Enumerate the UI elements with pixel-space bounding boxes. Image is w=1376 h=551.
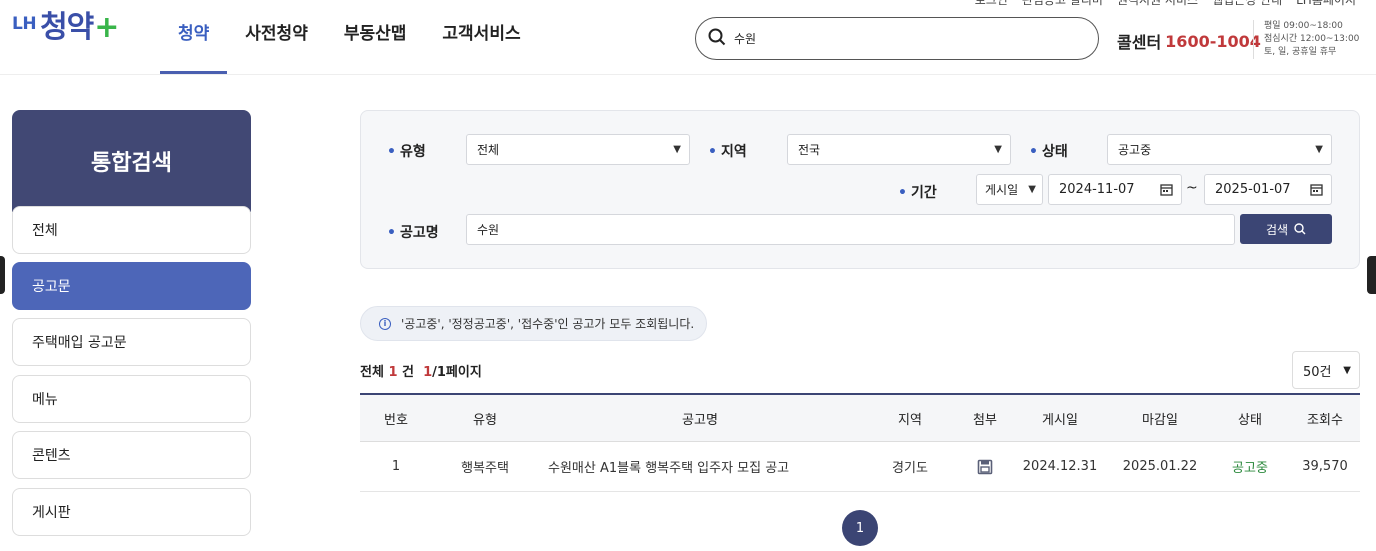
nav-customer-service[interactable]: 고객서비스 [424, 0, 538, 75]
nav-real-estate-map[interactable]: 부동산맵 [326, 0, 425, 75]
type-label: • 유형 [387, 144, 426, 160]
file-icon[interactable] [958, 442, 1012, 491]
global-search[interactable] [695, 17, 1099, 60]
dropdown-arrow-icon: ▼ [1028, 184, 1036, 195]
lh-homepage-link[interactable]: LH홈페이지 [1296, 0, 1356, 8]
result-total: 1 [388, 365, 398, 380]
call-hours-lunch: 점심시간 12:00~13:00 [1264, 34, 1360, 44]
search-button[interactable]: 검색 [1240, 214, 1332, 244]
logo-plus: + [94, 10, 120, 45]
call-number: 1600-1004 [1165, 31, 1261, 51]
period-label: • 기간 [898, 185, 937, 201]
search-icon [1294, 223, 1306, 235]
info-text: '공고중', '정정공고중', '접수중'인 공고가 모두 조회됩니다. [401, 317, 695, 331]
call-hours: 평일 09:00~18:00 점심시간 12:00~13:00 토, 일, 공휴… [1253, 20, 1359, 59]
current-page: 1 [423, 365, 433, 380]
main-nav: 청약 사전청약 부동산맵 고객서비스 [160, 0, 539, 75]
sidebar-item-all[interactable]: 전체 [12, 206, 251, 254]
period-type-select[interactable]: 게시일 ▼ [976, 174, 1043, 205]
dropdown-arrow-icon: ▼ [994, 144, 1002, 155]
row-type: 행복주택 [461, 461, 509, 476]
row-no: 1 [391, 459, 401, 474]
table-row[interactable]: 1 행복주택 수원매산 A1블록 행복주택 입주자 모집 공고 경기도 2024… [360, 442, 1360, 492]
header-divider [0, 74, 1376, 75]
sidebar-item-board[interactable]: 게시판 [12, 488, 251, 536]
logo-main: 청약 [40, 10, 94, 45]
row-status: 공고중 [1232, 461, 1268, 476]
col-posted: 게시일 [1042, 412, 1078, 428]
row-posted: 2024.12.31 [1022, 459, 1098, 474]
pagination-page-1[interactable]: 1 [842, 510, 878, 546]
page-size-select[interactable]: 50건 ▼ [1292, 351, 1360, 389]
sidebar-item-notice[interactable]: 공고문 [12, 262, 251, 310]
row-views: 39,570 [1302, 459, 1348, 474]
col-status: 상태 [1238, 412, 1262, 428]
result-summary: 전체 1 건 1/1페이지 [360, 365, 482, 380]
info-notice: i '공고중', '정정공고중', '접수중'인 공고가 모두 조회됩니다. [360, 306, 707, 341]
status-label: • 상태 [1029, 144, 1068, 160]
call-label: 콜센터 [1117, 33, 1162, 52]
call-hours-weekday: 평일 09:00~18:00 [1264, 21, 1343, 31]
region-label: • 지역 [708, 144, 747, 160]
calendar-icon[interactable] [1160, 183, 1173, 196]
date-from-field[interactable]: 2024-11-07 [1048, 174, 1182, 205]
region-select[interactable]: 전국 ▼ [787, 134, 1011, 165]
interest-alert-link[interactable]: 관심공고 알리미 [1022, 0, 1103, 8]
search-icon[interactable] [708, 28, 726, 50]
col-deadline: 마감일 [1142, 412, 1178, 428]
info-icon: i [379, 317, 391, 330]
col-type: 유형 [473, 412, 497, 428]
table-header: 번호 유형 공고명 지역 첨부 게시일 마감일 상태 조회수 [360, 393, 1360, 442]
row-region: 경기도 [892, 461, 928, 476]
row-deadline: 2025.01.22 [1122, 459, 1198, 474]
status-select[interactable]: 공고중 ▼ [1107, 134, 1332, 165]
dropdown-arrow-icon: ▼ [1343, 364, 1351, 376]
call-center: 콜센터 1600-1004 [1117, 29, 1261, 53]
col-no: 번호 [384, 412, 408, 428]
calendar-icon[interactable] [1310, 183, 1323, 196]
accessibility-link[interactable]: 웹접근성 안내 [1212, 0, 1282, 8]
notice-name-input[interactable]: 수원 [466, 214, 1235, 245]
type-select[interactable]: 전체 ▼ [466, 134, 690, 165]
date-separator: ~ [1186, 180, 1198, 196]
col-title: 공고명 [682, 412, 718, 428]
sidebar-item-contents[interactable]: 콘텐츠 [12, 431, 251, 479]
col-region: 지역 [898, 412, 922, 428]
date-to-field[interactable]: 2025-01-07 [1204, 174, 1332, 205]
row-title-link[interactable]: 수원매산 A1블록 행복주택 입주자 모집 공고 [530, 442, 870, 491]
col-views: 조회수 [1307, 412, 1343, 428]
nav-cheongyak[interactable]: 청약 [160, 0, 228, 75]
logo-prefix: LH [12, 14, 37, 34]
sidebar-item-menu[interactable]: 메뉴 [12, 375, 251, 423]
left-edge-handle[interactable] [0, 256, 5, 294]
sidebar-item-housing-purchase[interactable]: 주택매입 공고문 [12, 318, 251, 366]
notice-name-label: • 공고명 [387, 225, 439, 241]
remote-support-link[interactable]: 원격지원 서비스 [1117, 0, 1198, 8]
search-input[interactable] [734, 31, 1074, 46]
dropdown-arrow-icon: ▼ [1315, 144, 1323, 155]
right-edge-handle[interactable] [1367, 256, 1376, 294]
lh-logo[interactable]: LH 청약 + [12, 8, 119, 48]
util-links: 로그인 관심공고 알리미 원격지원 서비스 웹접근성 안내 LH홈페이지 [975, 0, 1356, 8]
nav-pre-cheongyak[interactable]: 사전청약 [227, 0, 326, 75]
col-attach: 첨부 [973, 412, 997, 428]
sidebar-title: 통합검색 [12, 110, 251, 212]
login-link[interactable]: 로그인 [975, 0, 1008, 8]
dropdown-arrow-icon: ▼ [673, 144, 681, 155]
call-hours-holiday: 토, 일, 공휴일 휴무 [1264, 47, 1337, 57]
